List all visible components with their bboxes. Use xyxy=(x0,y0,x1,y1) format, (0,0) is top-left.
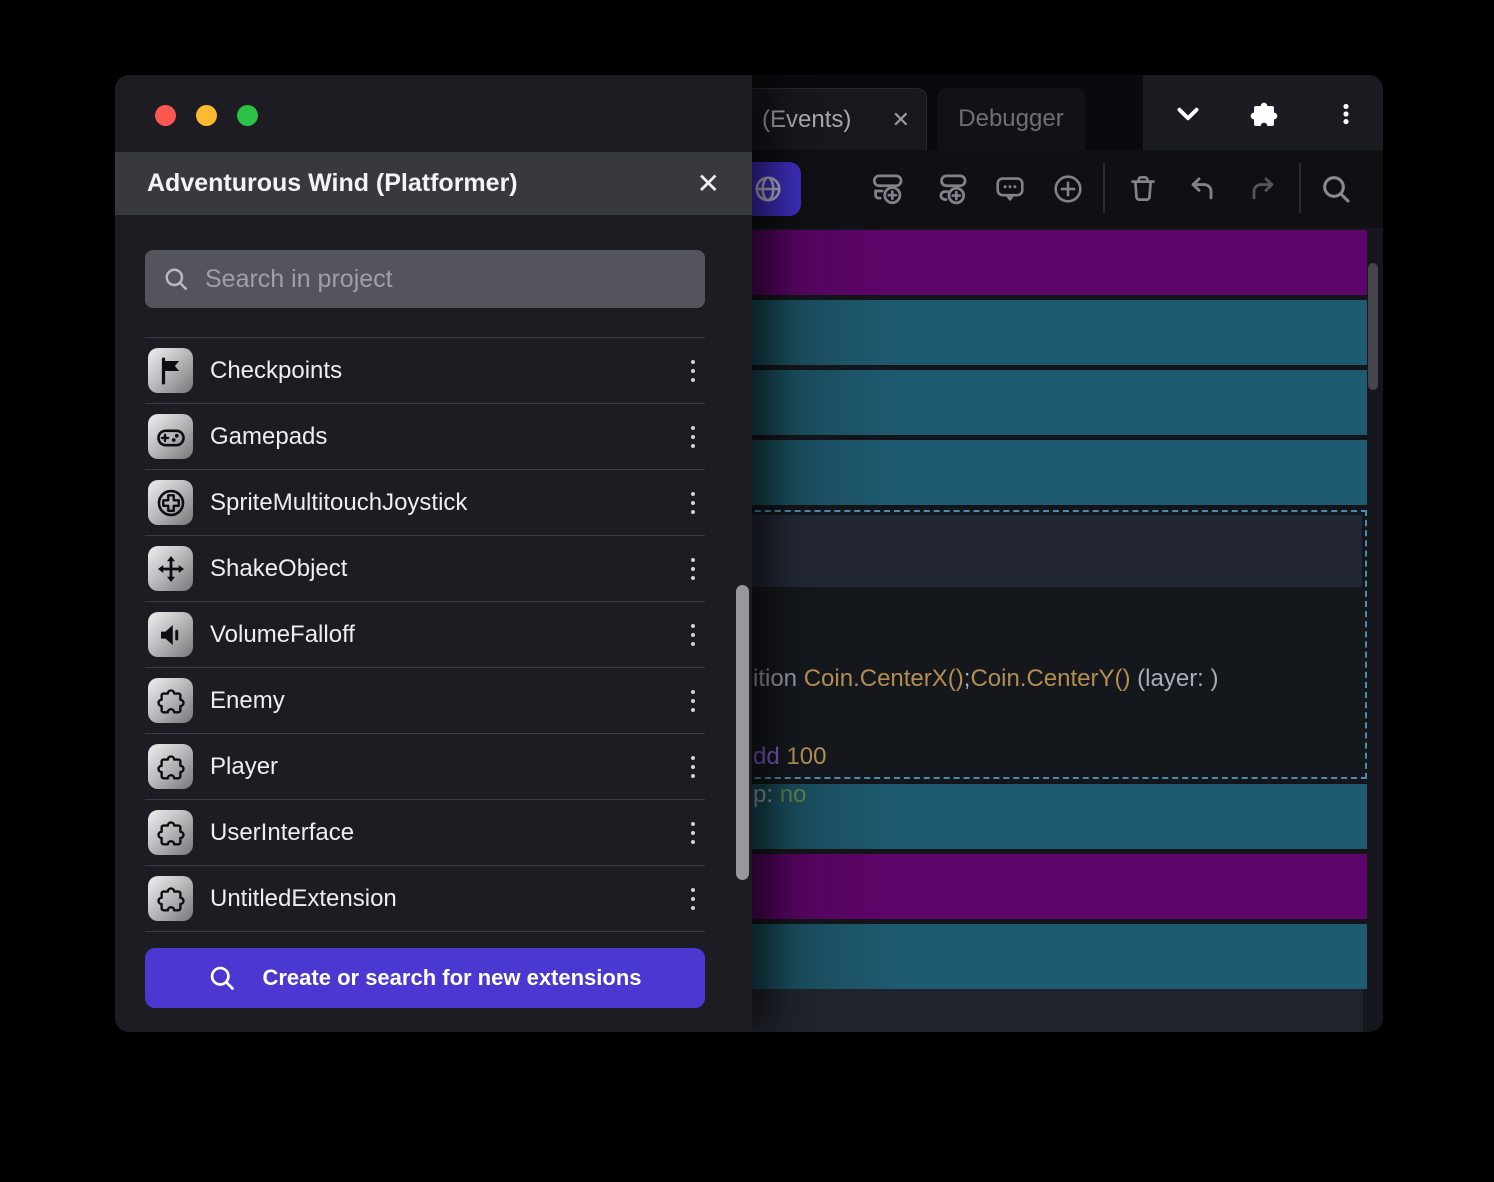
tab-debugger-label: Debugger xyxy=(958,105,1063,133)
search-icon xyxy=(208,964,236,992)
add-circle-icon[interactable] xyxy=(1042,163,1094,215)
search-icon[interactable] xyxy=(1310,163,1362,215)
minimize-window-button[interactable] xyxy=(196,105,217,126)
speaker-icon xyxy=(156,620,186,650)
list-item[interactable]: UserInterface xyxy=(145,800,705,866)
item-menu-kebab-icon[interactable] xyxy=(681,750,705,784)
close-icon[interactable]: ✕ xyxy=(892,107,910,133)
list-item-label: SpriteMultitouchJoystick xyxy=(210,489,681,517)
toolbar-divider xyxy=(1299,163,1301,213)
item-menu-kebab-icon[interactable] xyxy=(681,684,705,718)
event-row[interactable] xyxy=(735,230,1367,295)
list-item-label: UserInterface xyxy=(210,819,681,847)
gamepad-icon xyxy=(156,422,186,452)
tab-events[interactable]: (Events) ✕ xyxy=(745,88,927,150)
project-search[interactable] xyxy=(145,250,705,308)
tab-events-label: (Events) xyxy=(762,106,851,134)
list-item[interactable]: ShakeObject xyxy=(145,536,705,602)
list-item-label: Gamepads xyxy=(210,423,681,451)
list-item[interactable]: Gamepads xyxy=(145,404,705,470)
item-menu-kebab-icon[interactable] xyxy=(681,354,705,388)
create-extension-button[interactable]: Create or search for new extensions xyxy=(145,948,705,1008)
item-menu-kebab-icon[interactable] xyxy=(681,618,705,652)
extensions-puzzle-icon[interactable] xyxy=(1247,97,1281,131)
list-item[interactable]: Enemy xyxy=(145,668,705,734)
redo-icon[interactable] xyxy=(1236,163,1288,215)
add-comment-icon[interactable] xyxy=(984,163,1036,215)
search-icon xyxy=(163,266,189,292)
event-row[interactable] xyxy=(735,924,1367,989)
toolbar-divider xyxy=(1103,163,1105,213)
search-input[interactable] xyxy=(203,264,663,295)
event-action-line[interactable]: p: no xyxy=(753,781,806,809)
event-condition-block[interactable] xyxy=(740,515,1362,587)
list-item-label: VolumeFalloff xyxy=(210,621,681,649)
item-menu-kebab-icon[interactable] xyxy=(681,486,705,520)
puzzle-icon xyxy=(156,884,186,914)
screen: (Events) ✕ Debugger xyxy=(0,0,1494,1182)
event-row[interactable] xyxy=(735,370,1367,435)
window-controls xyxy=(155,105,258,126)
project-list-scrollbar[interactable] xyxy=(736,585,749,880)
event-row[interactable] xyxy=(735,440,1367,505)
event-row[interactable] xyxy=(735,784,1367,849)
close-window-button[interactable] xyxy=(155,105,176,126)
create-extension-label: Create or search for new extensions xyxy=(262,965,641,991)
add-event-icon[interactable] xyxy=(862,163,914,215)
close-icon[interactable]: ✕ xyxy=(697,170,720,198)
list-item[interactable]: SpriteMultitouchJoystick xyxy=(145,470,705,536)
list-item[interactable]: UntitledExtension xyxy=(145,866,705,932)
puzzle-icon xyxy=(156,752,186,782)
list-item[interactable]: Player xyxy=(145,734,705,800)
project-title: Adventurous Wind (Platformer) xyxy=(147,169,518,198)
list-item-label: UntitledExtension xyxy=(210,885,681,913)
project-manager-panel: Adventurous Wind (Platformer) ✕ Checkpoi… xyxy=(115,75,752,1032)
undo-icon[interactable] xyxy=(1177,163,1229,215)
event-row[interactable] xyxy=(735,854,1367,919)
list-item[interactable]: VolumeFalloff xyxy=(145,602,705,668)
item-menu-kebab-icon[interactable] xyxy=(681,420,705,454)
tab-debugger[interactable]: Debugger xyxy=(937,88,1085,150)
item-menu-kebab-icon[interactable] xyxy=(681,816,705,850)
event-rows xyxy=(735,228,1367,989)
event-row[interactable] xyxy=(735,300,1367,365)
event-row[interactable] xyxy=(735,510,1367,779)
project-item-list: Checkpoints Gamepads SpriteMultitouchJoy… xyxy=(145,337,705,932)
zoom-window-button[interactable] xyxy=(237,105,258,126)
list-item-label: Enemy xyxy=(210,687,681,715)
chevron-down-icon[interactable] xyxy=(1171,97,1205,131)
list-item-label: Checkpoints xyxy=(210,357,681,385)
list-item[interactable]: Checkpoints xyxy=(145,338,705,404)
project-panel-header: Adventurous Wind (Platformer) ✕ xyxy=(115,152,752,215)
move-icon xyxy=(156,554,186,584)
list-item-label: Player xyxy=(210,753,681,781)
kebab-menu-icon[interactable] xyxy=(1329,97,1363,131)
add-sub-event-icon[interactable] xyxy=(926,163,978,215)
list-item-label: ShakeObject xyxy=(210,555,681,583)
joystick-icon xyxy=(156,488,186,518)
event-action-line[interactable]: ition Coin.CenterX();Coin.CenterY() (lay… xyxy=(753,665,1219,693)
tabbar-actions xyxy=(1143,75,1383,150)
item-menu-kebab-icon[interactable] xyxy=(681,882,705,916)
flag-icon xyxy=(156,356,186,386)
item-menu-kebab-icon[interactable] xyxy=(681,552,705,586)
puzzle-icon xyxy=(156,686,186,716)
events-scrollbar[interactable] xyxy=(1368,263,1378,390)
trash-icon[interactable] xyxy=(1117,163,1169,215)
event-action-line[interactable]: dd 100 xyxy=(753,743,826,771)
globe-icon xyxy=(753,174,783,204)
puzzle-icon xyxy=(156,818,186,848)
